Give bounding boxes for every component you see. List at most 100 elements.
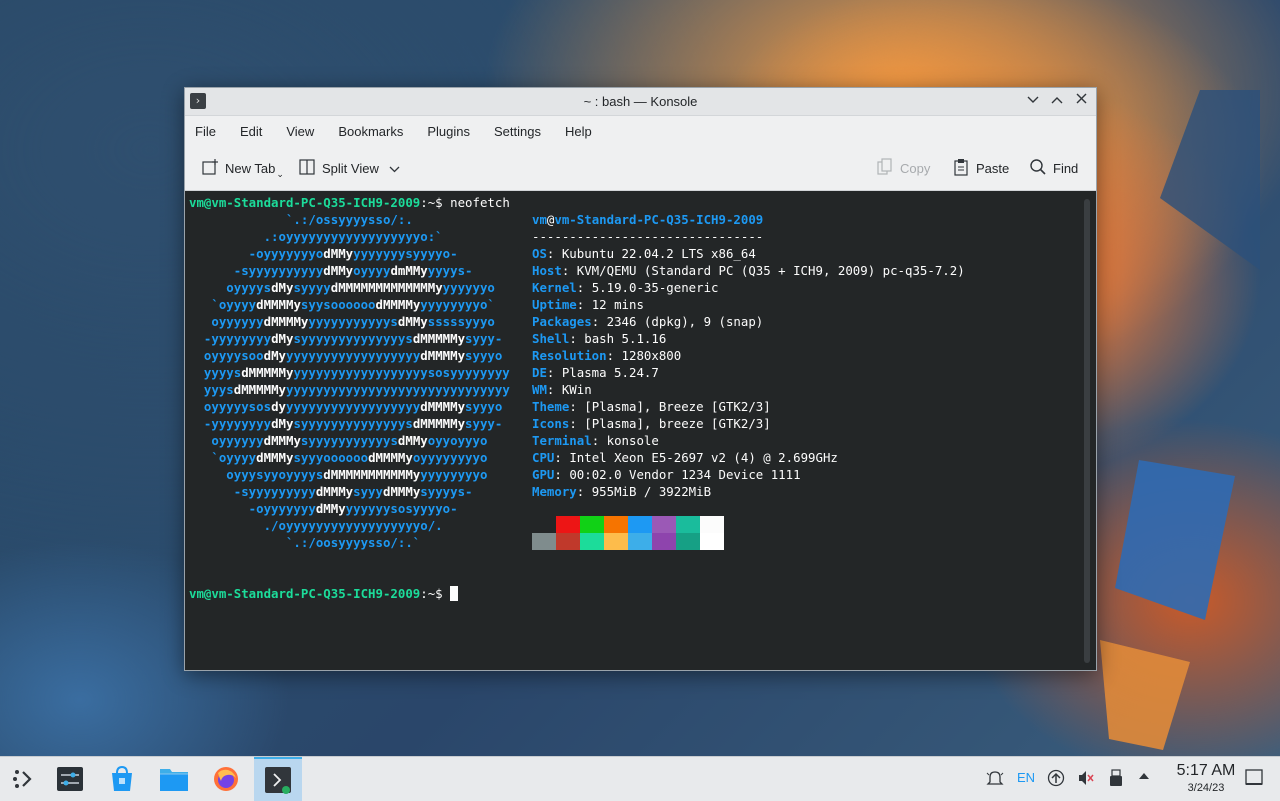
palette-swatch: [556, 533, 580, 550]
menu-plugins[interactable]: Plugins: [427, 124, 470, 139]
logo-line: `oyyyydMMMMysyysoooooodMMMMyyyyyyyyyo`: [189, 296, 495, 313]
logo-segment: dMMMy: [315, 484, 354, 499]
maximize-button[interactable]: [1048, 92, 1066, 110]
split-view-label: Split View: [322, 160, 379, 176]
info-value: Plasma 5.24.7: [561, 365, 659, 380]
palette-swatch: [700, 533, 724, 550]
palette-swatch: [604, 533, 628, 550]
clock-time[interactable]: 5:17 AM: [1158, 762, 1254, 780]
notifications-icon[interactable]: [986, 769, 1004, 791]
new-tab-menu-arrow-icon: ⌄: [276, 168, 284, 179]
info-key: Theme: [532, 399, 570, 414]
palette-swatch: [604, 516, 628, 533]
info-key: Terminal: [532, 433, 592, 448]
palette-swatch: [676, 533, 700, 550]
menu-file[interactable]: File: [195, 124, 216, 139]
logo-segment: syyyo: [465, 348, 503, 363]
logo-line: oyyyysdMysyyyydMMMMMMMMMMMMMyyyyyyyo: [189, 279, 495, 296]
updates-icon[interactable]: [1047, 769, 1065, 791]
volume-muted-icon[interactable]: [1077, 769, 1095, 791]
logo-segment: oyyyysoo: [189, 348, 264, 363]
logo-segment: yyyyyyyyyyyyyyyyyysosyyyyyyyy: [293, 365, 510, 380]
info-line: Host: KVM/QEMU (Standard PC (Q35 + ICH9,…: [532, 262, 965, 279]
logo-segment: syyyyyyyyyyys: [300, 433, 398, 448]
system-settings-icon: [57, 767, 83, 791]
taskbar-firefox[interactable]: [202, 757, 250, 801]
palette-swatch: [580, 516, 604, 533]
logo-segment: syyyys-: [420, 484, 473, 499]
usb-device-icon[interactable]: [1108, 769, 1124, 791]
logo-segment: yyyyyyyyyyys: [308, 314, 398, 329]
info-value: 1280x800: [621, 348, 682, 363]
logo-line: -syyyyyyyyyydMMyoyyyydmMMyyyyys-: [189, 262, 473, 279]
menu-view[interactable]: View: [286, 124, 314, 139]
logo-segment: dMMy: [323, 246, 354, 261]
wallpaper-shard: [1115, 460, 1235, 620]
paste-button[interactable]: Paste: [952, 157, 1009, 179]
close-button[interactable]: [1072, 92, 1090, 110]
info-key: Uptime: [532, 297, 577, 312]
menu-help[interactable]: Help: [565, 124, 592, 139]
logo-segment: dMMMMMy: [241, 365, 294, 380]
logo-segment: dMy: [271, 331, 294, 346]
info-colon: :: [569, 416, 585, 431]
chevron-up-icon: [1051, 97, 1063, 104]
logo-segment: oyyyyyy: [189, 433, 264, 448]
prompt: vm@vm-Standard-PC-Q35-ICH9-2009: [189, 586, 421, 601]
split-view-icon: [298, 158, 316, 179]
info-key: Kernel: [532, 280, 577, 295]
taskbar: EN 5:17 AM 3/24/23: [0, 756, 1280, 801]
terminal-view[interactable]: vm@vm-Standard-PC-Q35-ICH9-2009:~$ neofe…: [185, 191, 1096, 670]
logo-segment: dMMy: [397, 314, 428, 329]
keyboard-layout-indicator[interactable]: EN: [1017, 770, 1035, 785]
file-manager-icon: [160, 769, 188, 791]
clock-date[interactable]: 3/24/23: [1158, 782, 1254, 794]
command-line: vm@vm-Standard-PC-Q35-ICH9-2009:~$ neofe…: [189, 194, 510, 211]
info-key: DE: [532, 365, 547, 380]
taskbar-konsole[interactable]: [254, 757, 302, 801]
logo-segment: `oyyyy: [189, 450, 257, 465]
info-colon: :: [561, 263, 577, 278]
info-colon: :: [576, 297, 592, 312]
copy-button[interactable]: Copy: [876, 157, 930, 179]
info-value: KWin: [561, 382, 592, 397]
logo-segment: oyyoyyyo: [427, 433, 488, 448]
info-key: OS: [532, 246, 547, 261]
logo-segment: -yyyyyyyy: [189, 416, 272, 431]
info-line: Packages: 2346 (dpkg), 9 (snap): [532, 313, 763, 330]
command: neofetch: [450, 195, 510, 210]
show-desktop-icon[interactable]: [1245, 769, 1263, 791]
info-colon: :: [569, 331, 585, 346]
chevron-down-icon: [389, 161, 400, 176]
info-key: Packages: [532, 314, 592, 329]
palette-swatch: [652, 533, 676, 550]
info-header: vm@vm-Standard-PC-Q35-ICH9-2009: [532, 211, 763, 228]
application-launcher[interactable]: [0, 757, 48, 801]
split-view-button[interactable]: Split View: [298, 157, 400, 179]
window-titlebar[interactable]: › ~ : bash — Konsole: [185, 88, 1096, 116]
palette-swatch: [628, 516, 652, 533]
minimize-button[interactable]: [1024, 92, 1042, 110]
scrollbar[interactable]: [1084, 199, 1090, 663]
find-button[interactable]: Find: [1029, 157, 1078, 179]
new-tab-label: New Tab: [225, 160, 276, 176]
menu-settings[interactable]: Settings: [494, 124, 541, 139]
new-tab-button[interactable]: New Tab ⌄: [201, 157, 284, 179]
logo-segment: syysoooooo: [300, 297, 376, 312]
expand-tray-icon[interactable]: [1137, 769, 1151, 787]
menu-edit[interactable]: Edit: [240, 124, 262, 139]
info-separator: -------------------------------: [532, 229, 764, 244]
taskbar-discover[interactable]: [98, 757, 146, 801]
application-launcher-icon: [13, 770, 32, 788]
prompt: vm@vm-Standard-PC-Q35-ICH9-2009: [189, 195, 421, 210]
wallpaper-shard: [1160, 90, 1260, 270]
info-colon: :: [591, 433, 607, 448]
text-cursor: [450, 586, 459, 601]
palette-swatch: [532, 533, 556, 550]
logo-segment: oyyyyysos: [189, 399, 272, 414]
taskbar-file-manager[interactable]: [150, 757, 198, 801]
taskbar-system-settings[interactable]: [46, 757, 94, 801]
logo-segment: yyyyyyyyyyyyyyyyyy: [286, 348, 421, 363]
menu-bookmarks[interactable]: Bookmarks: [338, 124, 403, 139]
palette-swatch: [676, 516, 700, 533]
